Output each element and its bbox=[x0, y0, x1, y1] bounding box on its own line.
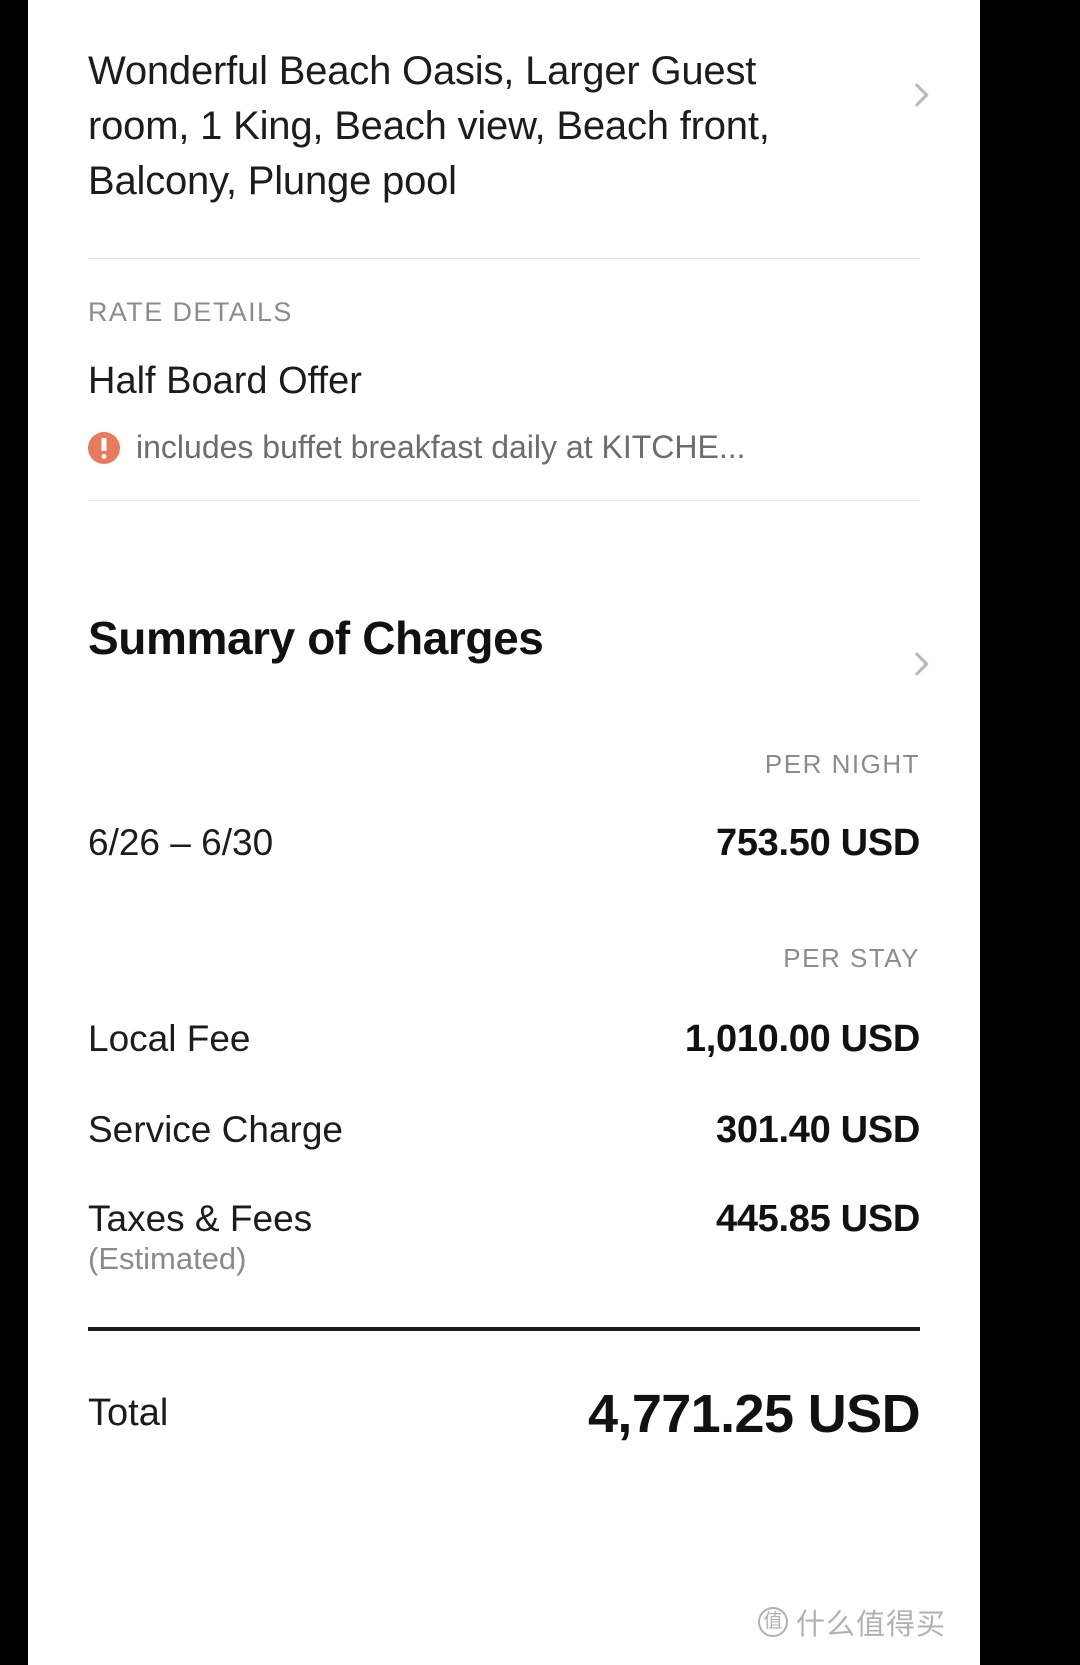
charge-row-local-fee: Local Fee 1,010.00 USD bbox=[88, 1018, 920, 1061]
total-label: Total bbox=[88, 1392, 169, 1435]
booking-summary-content: Wonderful Beach Oasis, Larger Guest room… bbox=[28, 0, 980, 1445]
charge-label: Service Charge bbox=[88, 1109, 344, 1151]
per-stay-header: PER STAY bbox=[783, 943, 920, 974]
charge-row-per-night: 6/26 – 6/30 753.50 USD bbox=[88, 822, 920, 865]
rate-note-row[interactable]: includes buffet breakfast daily at KITCH… bbox=[88, 429, 920, 466]
per-night-header: PER NIGHT bbox=[764, 749, 920, 780]
room-description-row[interactable]: Wonderful Beach Oasis, Larger Guest room… bbox=[28, 0, 980, 258]
rate-note-text: includes buffet breakfast daily at KITCH… bbox=[136, 429, 746, 466]
phone-letterbox-frame: Wonderful Beach Oasis, Larger Guest room… bbox=[0, 0, 1080, 1665]
watermark-text: 什么值得买 bbox=[795, 1609, 946, 1641]
divider-rate bbox=[88, 500, 920, 502]
rate-offer-name[interactable]: Half Board Offer bbox=[88, 360, 920, 403]
per-night-amount: 753.50 USD bbox=[715, 822, 920, 865]
alert-circle-icon bbox=[88, 431, 120, 464]
rate-details-section: RATE DETAILS Half Board Offer includes b… bbox=[28, 259, 980, 676]
total-amount: 4,771.25 USD bbox=[587, 1383, 921, 1444]
charge-row-service-charge: Service Charge 301.40 USD bbox=[88, 1109, 920, 1152]
charge-amount: 301.40 USD bbox=[715, 1109, 920, 1152]
rate-details-label: RATE DETAILS bbox=[88, 297, 293, 328]
charge-amount: 1,010.00 USD bbox=[684, 1018, 920, 1061]
charge-label: Taxes & Fees (Estimated) bbox=[88, 1198, 312, 1276]
charge-row-total: Total 4,771.25 USD bbox=[88, 1383, 921, 1445]
room-title: Wonderful Beach Oasis, Larger Guest room… bbox=[88, 49, 770, 203]
charge-row-taxes-fees: Taxes & Fees (Estimated) 445.85 USD bbox=[88, 1198, 920, 1276]
chevron-right-icon[interactable] bbox=[904, 647, 938, 681]
watermark-badge-icon: 值 bbox=[757, 1607, 788, 1637]
stay-date-range: 6/26 – 6/30 bbox=[88, 822, 274, 864]
app-screen: Wonderful Beach Oasis, Larger Guest room… bbox=[28, 0, 980, 1665]
charge-label-subtext: (Estimated) bbox=[88, 1240, 247, 1276]
watermark: 值 什么值得买 bbox=[757, 1601, 946, 1643]
chevron-right-icon bbox=[904, 78, 938, 112]
charge-label-text: Taxes & Fees bbox=[88, 1198, 313, 1240]
summary-of-charges-section: Summary of Charges PER NIGHT 6/26 – 6/30… bbox=[28, 611, 980, 1444]
charge-amount: 445.85 USD bbox=[715, 1198, 920, 1241]
page-title: Summary of Charges bbox=[88, 612, 544, 665]
charge-label: Local Fee bbox=[88, 1018, 251, 1060]
total-divider bbox=[88, 1326, 920, 1331]
